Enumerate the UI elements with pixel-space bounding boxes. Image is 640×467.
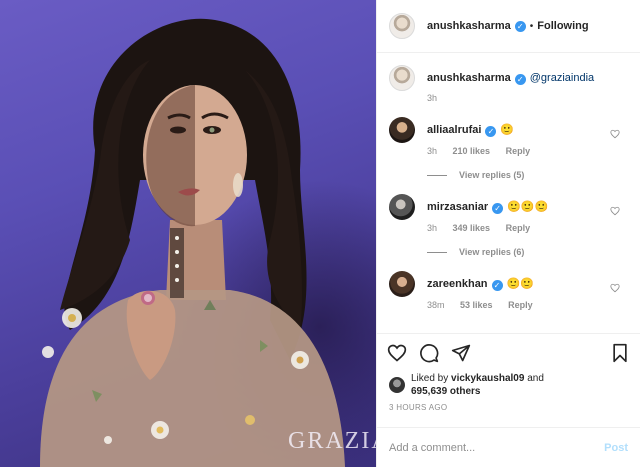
comment-item: zareenkhan ✓ 🙂🙂 38m 53 likes Reply (389, 271, 628, 310)
grazia-watermark: GRAZIA (288, 428, 376, 454)
like-comment-heart-icon[interactable] (610, 283, 620, 293)
commenter-avatar[interactable] (389, 194, 415, 220)
post-actions-bar (377, 333, 640, 371)
commenter-username[interactable]: mirzasaniar (427, 201, 488, 213)
post-comment-button[interactable]: Post (604, 442, 628, 454)
comment-likes-count[interactable]: 349 likes (453, 223, 491, 233)
comment-time[interactable]: 3h (427, 223, 437, 233)
commenter-username[interactable]: alliaalrufai (427, 124, 481, 136)
comment-time[interactable]: 3h (427, 146, 437, 156)
liked-by-and: and (527, 373, 544, 384)
replies-divider (427, 251, 447, 253)
heart-icon[interactable] (387, 343, 407, 363)
like-comment-heart-icon[interactable] (610, 129, 620, 139)
replies-divider (427, 174, 447, 176)
caption-avatar[interactable] (389, 65, 415, 91)
comment-input[interactable] (389, 441, 605, 454)
comment-text: 🙂 (500, 124, 515, 136)
comment-item: alliaalrufai ✓ 🙂 3h 210 likes Reply (389, 117, 628, 156)
reply-button[interactable]: Reply (506, 223, 531, 233)
like-comment-heart-icon[interactable] (610, 206, 620, 216)
caption-username[interactable]: anushkasharma (427, 72, 511, 84)
post-photo[interactable]: GRAZIA (0, 0, 376, 467)
likes-summary: Liked by vickykaushal09 and 695,639 othe… (377, 371, 640, 399)
verified-badge-icon: ✓ (485, 126, 497, 137)
comment-likes-count[interactable]: 53 likes (460, 300, 493, 310)
post-header: anushkasharma ✓ • Following (377, 0, 640, 53)
comment-time[interactable]: 38m (427, 300, 445, 310)
commenter-avatar[interactable] (389, 117, 415, 143)
caption-time[interactable]: 3h (427, 93, 437, 103)
comment-text: 🙂🙂 (506, 278, 534, 290)
verified-badge-icon: ✓ (492, 203, 504, 214)
separator-dot: • (529, 20, 534, 32)
author-username[interactable]: anushkasharma (427, 20, 511, 32)
comment-likes-count[interactable]: 210 likes (453, 146, 491, 156)
view-replies-label[interactable]: View replies (6) (459, 247, 524, 257)
comment-item: mirzasaniar ✓ 🙂🙂🙂 3h 349 likes Reply (389, 194, 628, 233)
bookmark-icon[interactable] (610, 343, 630, 363)
view-replies-label[interactable]: View replies (5) (459, 170, 524, 180)
view-replies-link[interactable]: View replies (5) (427, 170, 628, 180)
comment-text: 🙂🙂🙂 (507, 201, 549, 213)
liker-username[interactable]: vickykaushal09 (451, 373, 524, 384)
portrait-illustration (40, 18, 345, 467)
verified-badge-icon: ✓ (514, 74, 526, 85)
verified-badge-icon: ✓ (491, 280, 503, 291)
instagram-post: GRAZIA anushkasharma ✓ • Following anush… (0, 0, 640, 467)
share-icon[interactable] (451, 343, 471, 363)
liked-by-prefix: Liked by (411, 373, 449, 384)
caption-mention-link[interactable]: @graziaindia (530, 72, 594, 84)
post-timestamp[interactable]: 3 HOURS AGO (377, 399, 640, 415)
commenter-avatar[interactable] (389, 271, 415, 297)
reply-button[interactable]: Reply (506, 146, 531, 156)
comments-list[interactable]: anushkasharma ✓ @graziaindia 3h alliaalruf… (377, 53, 640, 333)
view-replies-link[interactable]: View replies (6) (427, 247, 628, 257)
add-comment-bar: Post (377, 427, 640, 467)
commenter-username[interactable]: zareenkhan (427, 278, 488, 290)
comment-icon[interactable] (419, 343, 439, 363)
post-side-panel: anushkasharma ✓ • Following anushkasharm… (376, 0, 640, 467)
post-caption: anushkasharma ✓ @graziaindia 3h (389, 65, 628, 103)
likes-others-count[interactable]: 695,639 others (411, 386, 481, 397)
liker-avatar[interactable] (389, 377, 405, 393)
author-avatar[interactable] (389, 13, 415, 39)
reply-button[interactable]: Reply (508, 300, 533, 310)
following-button[interactable]: Following (537, 20, 588, 32)
verified-badge-icon: ✓ (514, 20, 526, 32)
